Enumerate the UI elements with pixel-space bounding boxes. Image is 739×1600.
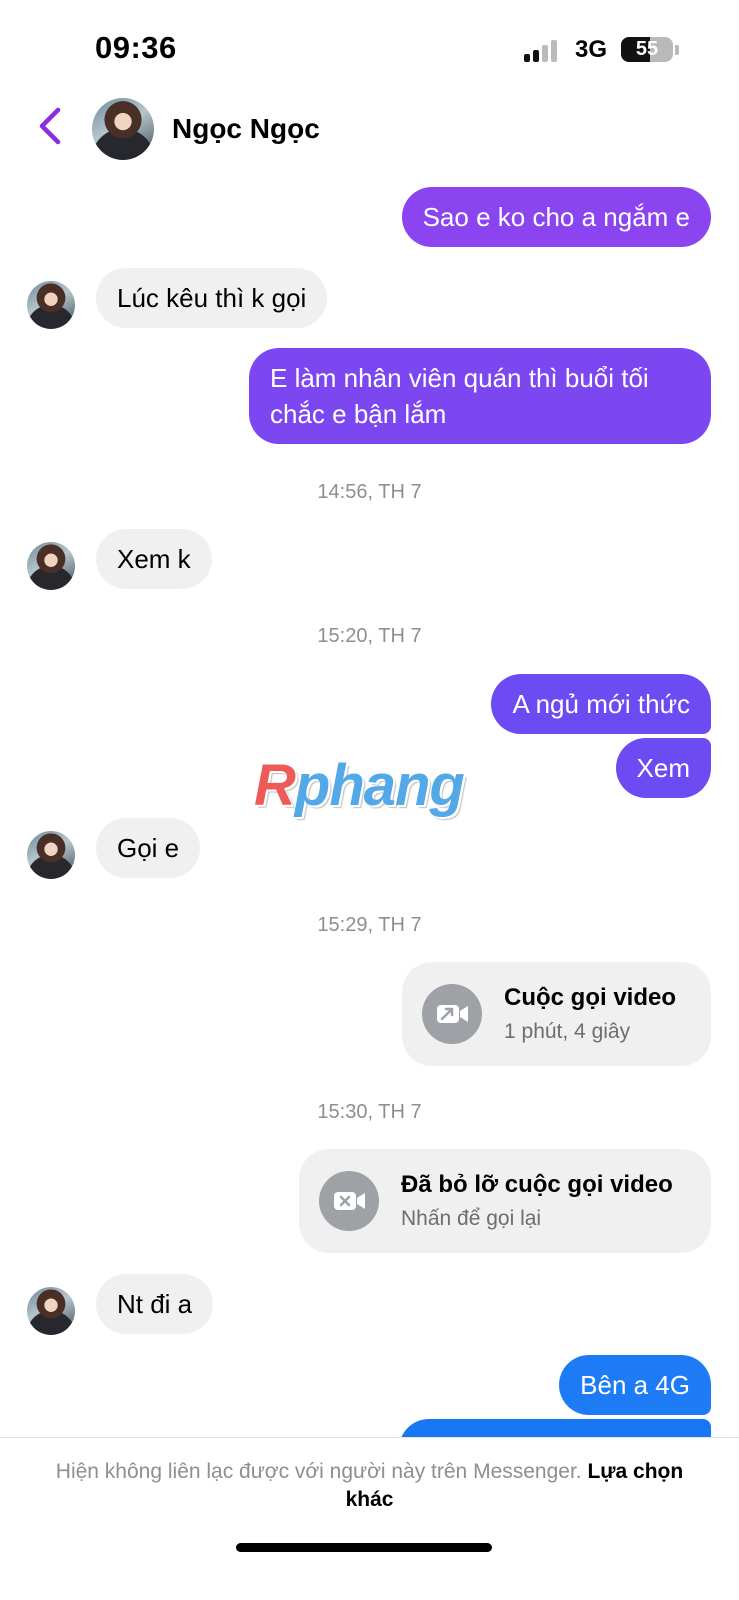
home-indicator[interactable] <box>236 1543 492 1552</box>
battery-icon: 55 <box>621 37 673 62</box>
outgoing-message[interactable]: A ngủ mới thức <box>491 674 711 734</box>
network-type: 3G <box>575 36 608 63</box>
call-duration: 1 phút, 4 giây <box>504 1020 631 1043</box>
timestamp: 15:20, TH 7 <box>317 625 422 647</box>
call-title: Cuộc gọi video <box>504 984 677 1011</box>
unavailable-banner: Hiện không liên lạc được với người này t… <box>0 1437 739 1600</box>
signal-icon <box>524 38 564 62</box>
timestamp: 15:29, TH 7 <box>317 914 422 936</box>
battery-level: 55 <box>635 38 659 60</box>
watermark-text: phang <box>294 753 465 818</box>
contact-name[interactable]: Ngọc Ngọc <box>172 113 320 145</box>
timestamp: 14:56, TH 7 <box>317 481 422 503</box>
incoming-message[interactable]: Nt đi a <box>96 1274 214 1334</box>
contact-avatar[interactable] <box>92 98 154 160</box>
outgoing-message[interactable]: E làm nhân viên quán thì buổi tối chắc e… <box>249 348 711 444</box>
incoming-message[interactable]: Xem k <box>96 529 212 589</box>
battery-tip <box>675 45 679 55</box>
status-bar: 09:36 3G 55 <box>0 0 739 90</box>
chevron-left-icon <box>39 107 61 145</box>
call-back-hint: Nhấn để gọi lại <box>401 1207 542 1230</box>
outgoing-message[interactable]: Xem <box>615 738 711 798</box>
call-title: Đã bỏ lỡ cuộc gọi video <box>401 1171 673 1198</box>
timestamp: 15:30, TH 7 <box>317 1101 422 1123</box>
video-call-card[interactable]: Cuộc gọi video 1 phút, 4 giây <box>402 962 711 1066</box>
status-time: 09:36 <box>95 30 177 65</box>
video-call-icon <box>422 984 482 1044</box>
outgoing-message[interactable]: Sao e ko cho a ngắm e <box>401 187 711 247</box>
missed-video-call-card[interactable]: Đã bỏ lỡ cuộc gọi video Nhấn để gọi lại <box>299 1149 711 1253</box>
outgoing-message[interactable]: Bên a 4G <box>559 1355 711 1415</box>
watermark-first-letter: R <box>254 753 296 818</box>
missed-video-call-icon <box>319 1171 379 1231</box>
watermark-logo: Rphang <box>254 752 465 819</box>
back-button[interactable] <box>36 106 66 146</box>
unavailable-text: Hiện không liên lạc được với người này t… <box>40 1458 699 1514</box>
unavailable-notice: Hiện không liên lạc được với người này t… <box>55 1460 582 1483</box>
contact-avatar-small[interactable] <box>27 542 75 590</box>
incoming-message[interactable]: Gọi e <box>96 818 201 878</box>
contact-avatar-small[interactable] <box>27 1287 75 1335</box>
incoming-message[interactable]: Lúc kêu thì k gọi <box>96 268 328 328</box>
chat-header: Ngọc Ngọc <box>0 90 739 170</box>
contact-avatar-small[interactable] <box>27 281 75 329</box>
contact-avatar-small[interactable] <box>27 831 75 879</box>
